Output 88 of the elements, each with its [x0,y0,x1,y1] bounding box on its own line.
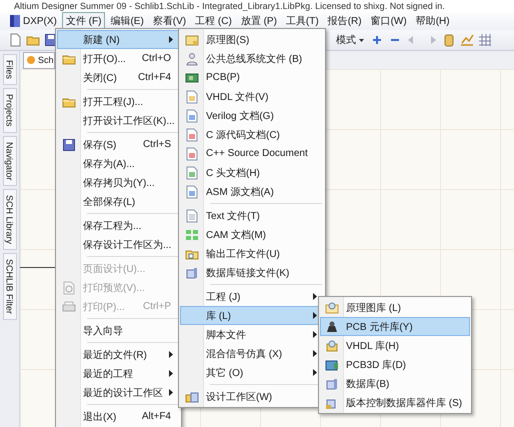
menu-item[interactable]: 公共总线系统文件 (B) [180,49,324,68]
submenu-arrow-icon [169,389,173,396]
library-document-icon [325,338,339,352]
jar-icon[interactable] [442,33,456,47]
document-icon [185,146,199,160]
menu-item[interactable]: 导入向导 [57,321,180,340]
submenu-arrow-icon [313,293,317,300]
library-sheet-icon [325,300,339,314]
document-icon [185,108,199,122]
database-icon [185,266,199,280]
submenu-arrow-icon [169,370,173,377]
menu-bar-item[interactable]: 放置 (P) [236,12,281,30]
menu-item[interactable]: Verilog 文档(G) [180,106,324,125]
component-icon [325,320,339,334]
menu-bar-item[interactable]: 窗口(W) [366,12,411,30]
menu-bar-item[interactable]: 编辑(E) [106,12,148,30]
submenu-arrow-icon [169,36,173,43]
database-icon [325,376,339,390]
folders-icon [185,390,199,404]
menu-item[interactable]: PCB3D 库(D) [320,355,470,374]
menu-bar-item[interactable]: 工具(T) [282,12,323,30]
grid-icon[interactable] [478,33,492,47]
printer-icon [62,300,76,314]
people-icon [185,52,199,66]
menu-item[interactable]: 保存设计工作区为... [57,235,180,254]
menu-item[interactable]: 原理图(S) [180,30,324,49]
menu-item[interactable]: ASM 源文档(A) [180,182,324,201]
submenu-arrow-icon [313,331,317,338]
menu-item[interactable]: Text 文件(T) [180,206,324,225]
circuit-board-icon [325,358,339,372]
document-icon [185,208,199,222]
document-icon [185,184,199,198]
menu-item[interactable]: 打开设计工作区(K)... [57,111,180,130]
window-title: Altium Designer Summer 09 - Schlib1.SchLib - Integrated_Library1.LibPkg. Licensed to shixg. Not signed in. [0,0,514,12]
menu-item[interactable]: 版本控制数据库器件库 (S) [320,393,470,412]
menu-item[interactable]: 新建 (N) [57,30,180,49]
sheet-icon [185,32,199,46]
menu-item[interactable]: 数据库(B) [320,374,470,393]
menu-bar-item[interactable]: DXP(X) [6,13,61,29]
menu-item[interactable]: 输出工作文件(U) [180,244,324,263]
menu-item[interactable]: 最近的文件(R) [57,345,180,364]
submenu-arrow-icon [169,351,173,358]
menu-item[interactable]: C 头文档(H) [180,163,324,182]
menu-bar-item[interactable]: 报告(R) [324,12,366,30]
menu-item[interactable]: 打开(O)... Ctrl+O [57,49,180,68]
menu-item[interactable]: 最近的设计工作区 [57,383,180,402]
menu-bar-item[interactable]: 察看(V) [148,12,190,30]
menu-item[interactable]: 保存工程为... [57,216,180,235]
menu-item[interactable]: CAM 文档(M) [180,225,324,244]
side-panel-tab[interactable]: Files [2,54,16,86]
plus-icon[interactable] [370,33,384,47]
side-panel-tab[interactable]: SCH Library [2,189,16,250]
submenu-arrow-icon [313,350,317,357]
menu-item[interactable]: VHDL 文件(V) [180,87,324,106]
menu-bar-item[interactable]: 帮助(H) [412,12,454,30]
menu-item[interactable]: 关闭(C) Ctrl+F4 [57,68,180,87]
submenu-arrow-icon [313,369,317,376]
menu-bar-item[interactable]: 工程 (C) [191,12,236,30]
menu-item[interactable]: C 源代码文档(C) [180,125,324,144]
menu-item[interactable]: 打开工程(J)... [57,92,180,111]
menu-item[interactable]: 最近的工程 [57,364,180,383]
document-icon [185,90,199,104]
side-panel-tab[interactable]: SCHLIB Filter [2,253,16,320]
schematic-icon [26,55,36,65]
menu-item[interactable]: PCB 元件库(Y) [320,317,470,336]
circuit-board-icon [185,70,199,84]
side-panel-tab[interactable]: Navigator [2,136,16,186]
mode-dropdown[interactable]: 模式 [334,33,366,47]
document-tab[interactable]: Sch [23,52,55,68]
new-document-icon[interactable] [8,33,22,47]
menu-item[interactable]: PCB(P) [180,68,324,87]
menu-item[interactable]: 保存(S) Ctrl+S [57,135,180,154]
document-icon [185,166,199,180]
side-panel-tab[interactable]: Projects [2,88,16,133]
chart-icon[interactable] [460,33,474,47]
grid-icon [185,228,199,242]
caret-icon [359,38,364,42]
submenu-arrow-icon [313,312,317,319]
menu-item[interactable]: VHDL 库(H) [320,336,470,355]
menu-item[interactable]: 保存为(A)... [57,154,180,173]
document-icon [185,128,199,142]
menu-item[interactable]: C++ Source Document [180,144,324,163]
magnifier-icon [62,280,76,294]
menu-item[interactable]: 全部保存(L) [57,192,180,211]
logo-icon [10,15,20,27]
menu-item[interactable]: 保存拷贝为(Y)... [57,173,180,192]
menu-item[interactable]: 数据库链接文件(K) [180,263,324,282]
menu-item[interactable]: 退出(X) Alt+F4 [57,407,180,426]
